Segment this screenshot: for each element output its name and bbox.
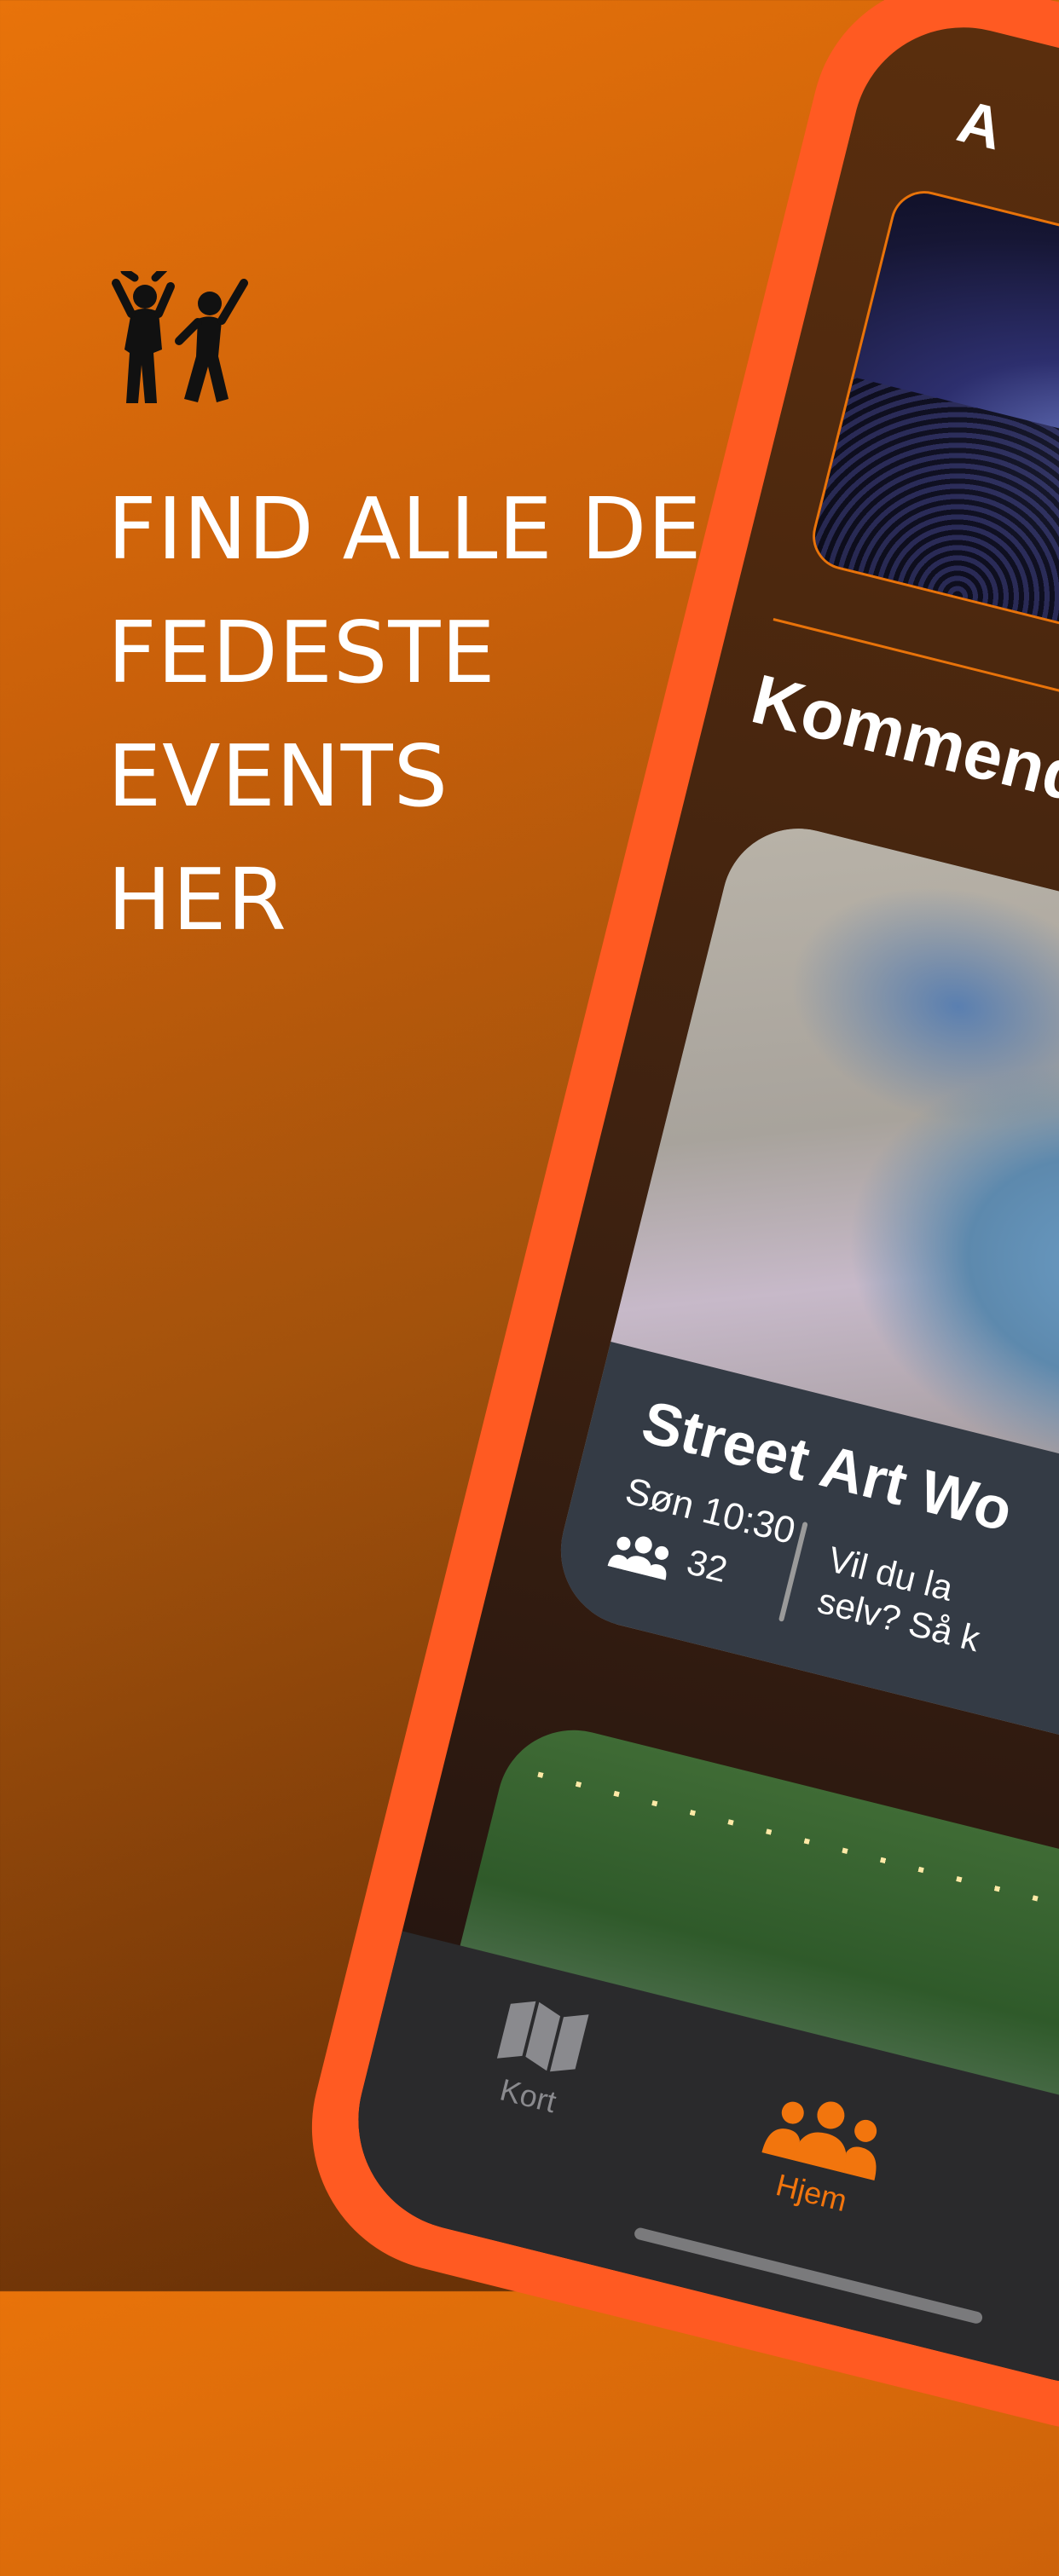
dancing-people-icon (112, 271, 248, 403)
phone-frame: A Kommende Street Art Wo Søn 10:30 32 Vi… (281, 0, 1059, 2460)
tab-hjem[interactable]: Hjem (708, 2076, 934, 2235)
tab-kort[interactable]: Kort (449, 1984, 626, 2132)
event-description: Vil du la selv? Så k (813, 1538, 994, 1661)
attendee-count: 32 (683, 1541, 732, 1591)
tab-label: Kort (496, 2071, 560, 2120)
section-title: Kommende (744, 660, 1059, 828)
people-icon (607, 1536, 669, 1580)
featured-event-card[interactable] (805, 183, 1059, 748)
string-lights-image (537, 1771, 1059, 1975)
partial-heading: A (951, 87, 1010, 163)
event-card[interactable]: Street Art Wo Søn 10:30 32 Vil du la sel… (544, 812, 1059, 1813)
app-screen: A Kommende Street Art Wo Søn 10:30 32 Vi… (334, 3, 1059, 2406)
map-icon (496, 2001, 589, 2072)
